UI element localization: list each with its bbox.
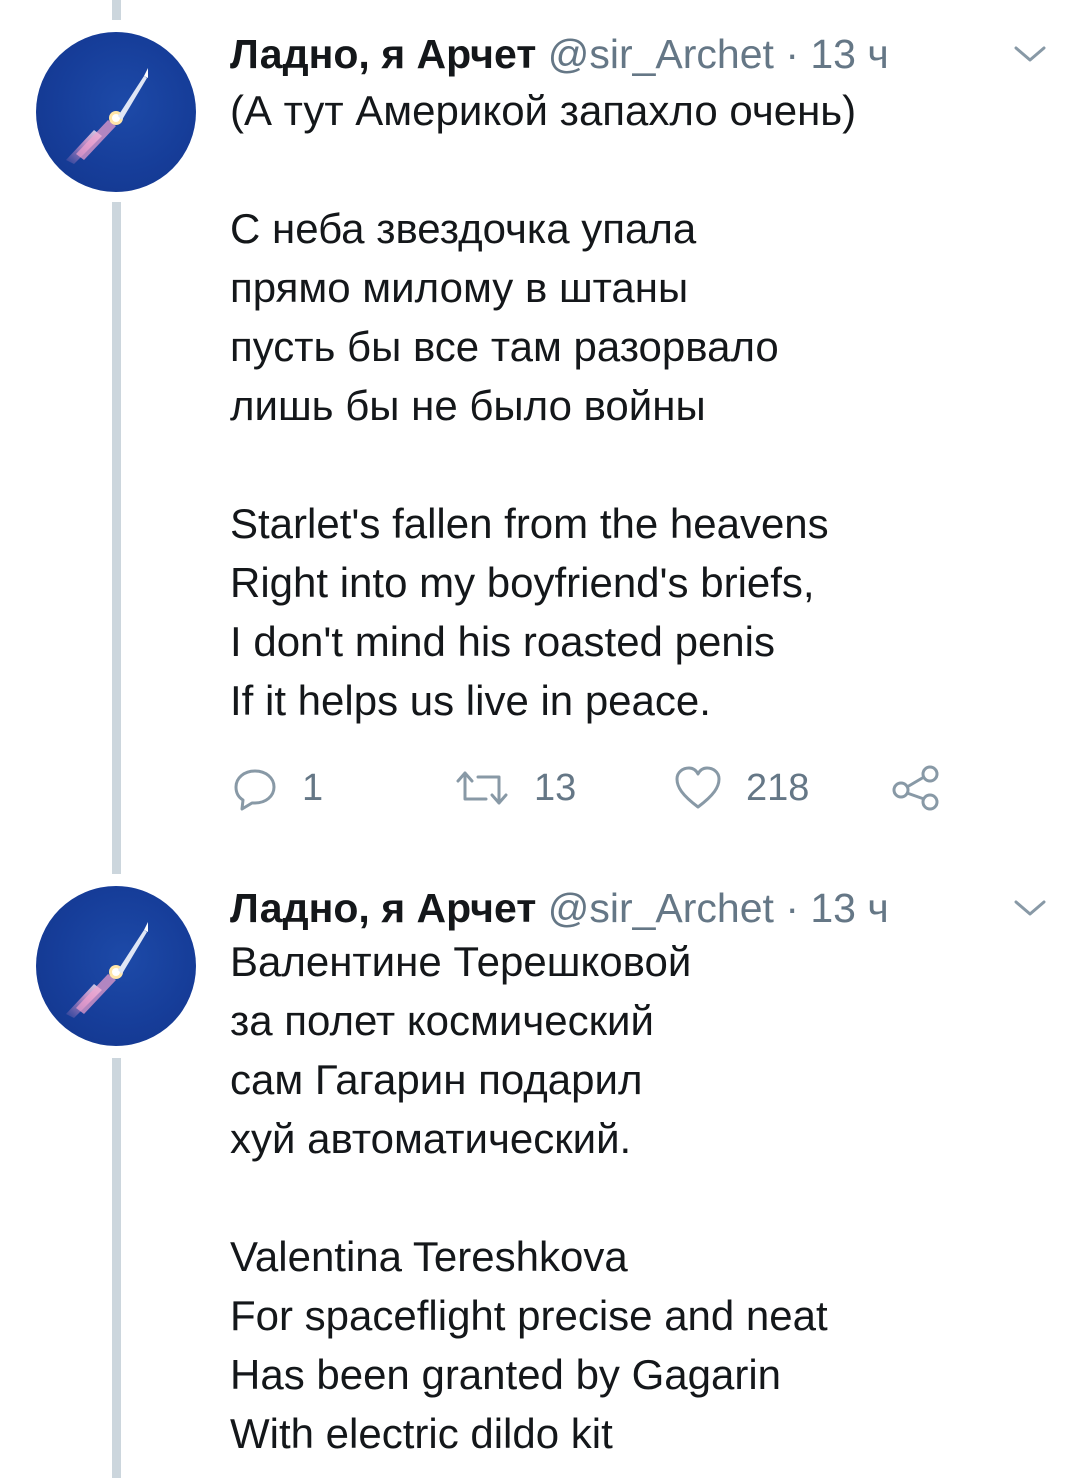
tweet[interactable]: Ладно, я Арчет @sir_Archet · 13 ч (А тут… [0, 0, 1080, 850]
tweet-line: Starlet's fallen from the heavens [230, 500, 829, 547]
tweet-line: сам Гагарин подарил [230, 1056, 643, 1103]
like-count: 218 [746, 766, 810, 809]
reply-icon [234, 769, 276, 811]
tweet-header: Ладно, я Арчет @sir_Archet · 13 ч [230, 884, 889, 932]
author-handle[interactable]: @sir_Archet [548, 885, 774, 931]
tweet-line: С неба звездочка упала [230, 205, 697, 252]
heart-icon [675, 766, 721, 809]
retweet-button[interactable]: 13 [452, 760, 576, 816]
tweet-line: Right into my boyfriend's briefs, [230, 559, 815, 606]
retweet-icon [456, 771, 508, 805]
reply-count: 1 [302, 766, 324, 809]
tweet-line: хуй автоматический. [230, 1115, 632, 1162]
retweet-count: 13 [534, 766, 577, 809]
tweet[interactable]: Ладно, я Арчет @sir_Archet · 13 ч Валент… [0, 854, 1080, 1478]
avatar[interactable] [36, 886, 196, 1046]
share-button[interactable] [890, 760, 942, 816]
tweet-text: Валентине Терешковой за полет космически… [230, 932, 828, 1463]
author-handle[interactable]: @sir_Archet [548, 31, 774, 77]
tweet-line: I don't mind his roasted penis [230, 618, 775, 665]
author-name[interactable]: Ладно, я Арчет [230, 885, 536, 931]
tweet-line: за полет космический [230, 997, 654, 1044]
separator-dot: · [785, 885, 799, 931]
tweet-line: пусть бы все там разорвало [230, 323, 779, 370]
reply-button[interactable]: 1 [230, 760, 323, 816]
tweet-line: Валентине Терешковой [230, 938, 692, 985]
tweet-line: Has been granted by Gagarin [230, 1351, 782, 1398]
author-name[interactable]: Ладно, я Арчет [230, 31, 536, 77]
tweet-line: If it helps us live in peace. [230, 677, 711, 724]
tweet-text: (А тут Америкой запахло очень) С неба зв… [230, 81, 856, 730]
tweet-header: Ладно, я Арчет @sir_Archet · 13 ч [230, 30, 889, 78]
tweet-line: Valentina Tereshkova [230, 1233, 628, 1280]
timestamp[interactable]: 13 ч [810, 31, 888, 77]
share-icon [892, 765, 939, 811]
separator-dot: · [785, 31, 799, 77]
chevron-down-icon[interactable] [1010, 896, 1050, 920]
rocket-launch-avatar-icon [66, 68, 148, 164]
tweet-line: For spaceflight precise and neat [230, 1292, 828, 1339]
timestamp[interactable]: 13 ч [810, 885, 888, 931]
tweet-line: лишь бы не было войны [230, 382, 706, 429]
tweet-line: With electric dildo kit [230, 1410, 613, 1457]
rocket-launch-avatar-icon [66, 922, 148, 1018]
tweet-line: прямо милому в штаны [230, 264, 689, 311]
avatar[interactable] [36, 32, 196, 192]
like-button[interactable]: 218 [672, 760, 809, 816]
tweet-line: (А тут Америкой запахло очень) [230, 87, 857, 134]
tweet-actions: 1 13 218 [230, 760, 950, 816]
chevron-down-icon[interactable] [1010, 42, 1050, 66]
